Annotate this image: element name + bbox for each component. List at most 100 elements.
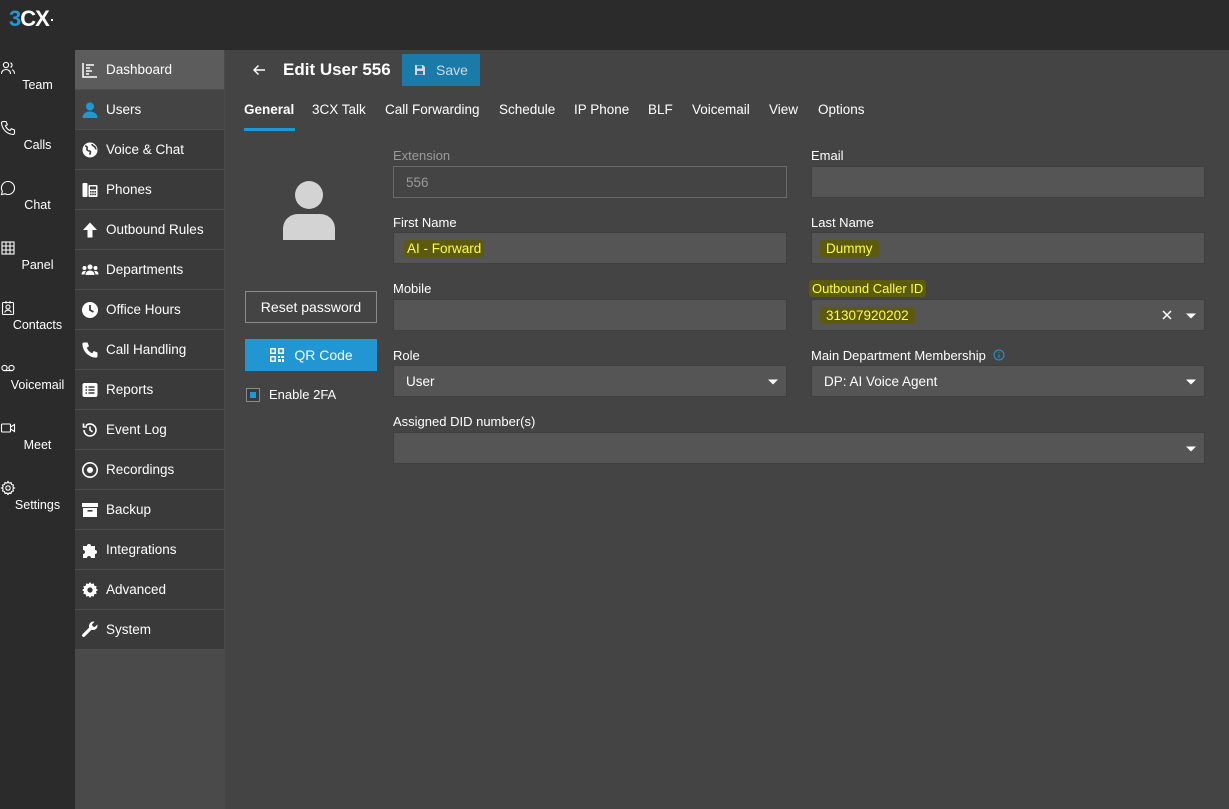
settings-nav: Dashboard Users Voice & Chat Phones Outb… [75, 50, 225, 809]
tab-voicemail[interactable]: Voicemail [692, 102, 750, 117]
rail-item-contacts[interactable]: Contacts [0, 300, 75, 350]
rail-item-meet[interactable]: Meet [0, 420, 75, 470]
nav-item-office-hours[interactable]: Office Hours [75, 290, 224, 330]
nav-item-departments[interactable]: Departments [75, 250, 224, 290]
did-label: Assigned DID number(s) [393, 414, 536, 429]
role-select[interactable]: User [393, 365, 787, 397]
mobile-label: Mobile [393, 281, 432, 296]
chevron-down-icon [768, 378, 778, 386]
nav-item-backup[interactable]: Backup [75, 490, 224, 530]
enable-2fa-label: Enable 2FA [269, 387, 337, 402]
tab-blf[interactable]: BLF [648, 102, 673, 117]
user-icon [81, 101, 99, 119]
globe-icon [81, 141, 99, 159]
nav-item-voice-chat[interactable]: Voice & Chat [75, 130, 224, 170]
info-icon[interactable] [993, 349, 1005, 361]
tab-call-forwarding[interactable]: Call Forwarding [385, 102, 480, 117]
nav-item-advanced[interactable]: Advanced [75, 570, 224, 610]
reports-icon [81, 381, 99, 399]
outbound-caller-id-label: Outbound Caller ID [809, 280, 927, 297]
outbound-caller-id-value: 31307920202 [820, 307, 915, 324]
page-title: Edit User 556 [283, 60, 391, 79]
mobile-field[interactable] [393, 299, 787, 331]
nav-item-system[interactable]: System [75, 610, 224, 650]
qr-code-button[interactable]: QR Code [245, 339, 377, 371]
record-icon [81, 461, 99, 479]
back-arrow-icon[interactable] [251, 62, 267, 78]
dashboard-icon [81, 61, 99, 79]
active-tab-indicator [244, 128, 295, 131]
rail-item-team[interactable]: Team [0, 60, 75, 110]
rail-label-meet: Meet [23, 438, 52, 452]
rail-label-team: Team [22, 78, 53, 92]
did-select[interactable] [393, 432, 1205, 464]
top-bar: 3CX [0, 0, 1229, 50]
outbound-caller-id-select[interactable]: 31307920202 [811, 299, 1205, 331]
nav-item-recordings[interactable]: Recordings [75, 450, 224, 490]
chevron-down-icon [1186, 445, 1196, 453]
clear-icon[interactable] [1161, 309, 1173, 321]
chevron-down-icon [1186, 378, 1196, 386]
rail-label-calls: Calls [23, 138, 52, 152]
rail-item-chat[interactable]: Chat [0, 180, 75, 230]
nav-item-integrations[interactable]: Integrations [75, 530, 224, 570]
rail-item-panel[interactable]: Panel [0, 240, 75, 290]
grid-icon [0, 240, 75, 256]
nav-item-users[interactable]: Users [75, 90, 224, 130]
gear-icon [0, 480, 75, 496]
contacts-icon [0, 300, 75, 316]
save-label: Save [436, 62, 468, 78]
team-icon [0, 60, 75, 76]
app-rail: Team Calls Chat Panel Contacts Voicemail [0, 50, 75, 809]
rail-label-contacts: Contacts [12, 318, 63, 332]
floppy-icon [414, 64, 426, 76]
extension-label: Extension [393, 148, 451, 163]
history-icon [81, 421, 99, 439]
nav-item-dashboard[interactable]: Dashboard [75, 50, 224, 90]
qr-code-icon [269, 347, 285, 363]
reset-password-button[interactable]: Reset password [245, 291, 377, 323]
email-field[interactable] [811, 166, 1205, 198]
rail-item-calls[interactable]: Calls [0, 120, 75, 170]
first-name-value: AI - Forward [404, 240, 485, 257]
arrow-up-icon [81, 221, 99, 239]
nav-item-call-handling[interactable]: Call Handling [75, 330, 224, 370]
nav-item-reports[interactable]: Reports [75, 370, 224, 410]
archive-icon [81, 501, 99, 519]
rail-item-voicemail[interactable]: Voicemail [0, 360, 75, 410]
cog-icon [81, 581, 99, 599]
rail-label-voicemail: Voicemail [10, 378, 65, 392]
phones-icon [81, 181, 99, 199]
chevron-down-icon [1186, 312, 1196, 320]
tab-3cx-talk[interactable]: 3CX Talk [312, 102, 366, 117]
nav-item-outbound-rules[interactable]: Outbound Rules [75, 210, 224, 250]
puzzle-icon [81, 541, 99, 559]
rail-item-settings[interactable]: Settings [0, 480, 75, 530]
rail-label-settings: Settings [14, 498, 61, 512]
qr-code-label: QR Code [294, 347, 353, 363]
wrench-icon [81, 621, 99, 639]
last-name-field[interactable]: Dummy [811, 232, 1205, 264]
last-name-value: Dummy [820, 240, 879, 257]
logo[interactable]: 3CX [9, 6, 53, 32]
tab-view[interactable]: View [769, 102, 798, 117]
tab-options[interactable]: Options [818, 102, 865, 117]
tab-ip-phone[interactable]: IP Phone [574, 102, 629, 117]
email-label: Email [811, 148, 844, 163]
extension-field: 556 [393, 166, 787, 198]
video-icon [0, 420, 75, 436]
department-select[interactable]: DP: AI Voice Agent [811, 365, 1205, 397]
tab-bar: General 3CX Talk Call Forwarding Schedul… [225, 90, 1229, 130]
tab-schedule[interactable]: Schedule [499, 102, 555, 117]
role-label: Role [393, 348, 420, 363]
first-name-field[interactable]: AI - Forward [393, 232, 787, 264]
save-button[interactable]: Save [402, 54, 480, 86]
department-label: Main Department Membership [811, 348, 986, 363]
nav-item-event-log[interactable]: Event Log [75, 410, 224, 450]
chat-icon [0, 180, 75, 196]
avatar [282, 180, 336, 240]
tab-general[interactable]: General [244, 102, 294, 117]
nav-item-phones[interactable]: Phones [75, 170, 224, 210]
clock-icon [81, 301, 99, 319]
enable-2fa-checkbox[interactable] [246, 388, 260, 402]
